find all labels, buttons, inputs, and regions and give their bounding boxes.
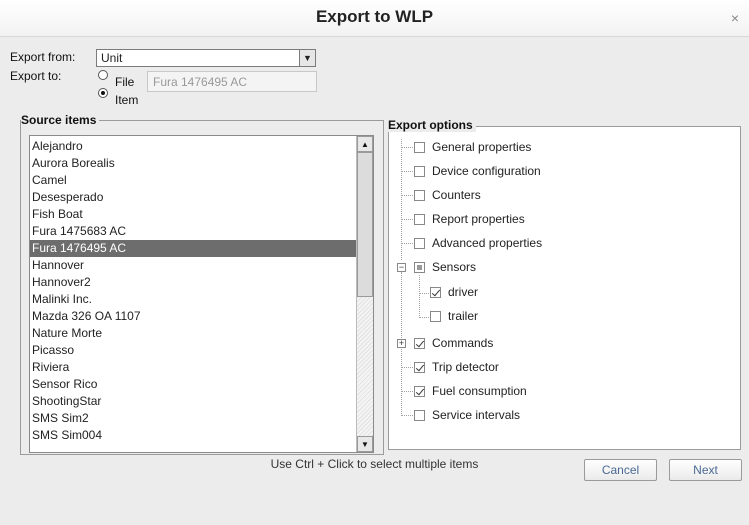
- file-name-field: Fura 1476495 AC: [147, 71, 317, 92]
- option-trailer[interactable]: trailer: [430, 307, 478, 325]
- export-options-title: Export options: [388, 118, 476, 132]
- source-items-list[interactable]: Alejandro Aurora Borealis Camel Desesper…: [29, 135, 374, 453]
- list-item[interactable]: Mazda 326 OA 1107: [30, 308, 358, 325]
- list-item[interactable]: Fish Boat: [30, 206, 358, 223]
- chevron-down-icon[interactable]: ▼: [299, 50, 315, 66]
- option-driver[interactable]: driver: [430, 283, 478, 301]
- option-counters[interactable]: Counters: [414, 186, 481, 204]
- option-trip-detector[interactable]: Trip detector: [414, 358, 499, 376]
- option-advanced-properties[interactable]: Advanced properties: [414, 234, 542, 252]
- list-item[interactable]: Fura 1475683 AC: [30, 223, 358, 240]
- option-service-intervals[interactable]: Service intervals: [414, 406, 520, 424]
- list-item[interactable]: Hannover: [30, 257, 358, 274]
- export-from-select[interactable]: Unit ▼: [96, 49, 316, 67]
- list-item[interactable]: Riviera: [30, 359, 358, 376]
- checkbox-checked[interactable]: [414, 337, 425, 349]
- option-label: trailer: [448, 309, 479, 323]
- list-item[interactable]: SMS Sim004: [30, 427, 358, 444]
- option-device-configuration[interactable]: Device configuration: [414, 162, 541, 180]
- list-item[interactable]: ShootingStar: [30, 393, 358, 410]
- option-label: Device configuration: [432, 164, 541, 178]
- radio-item-label[interactable]: Item: [115, 93, 138, 107]
- option-general-properties[interactable]: General properties: [414, 138, 531, 156]
- option-label: Service intervals: [432, 408, 521, 422]
- option-label: Advanced properties: [432, 236, 543, 250]
- list-item[interactable]: Picasso: [30, 342, 358, 359]
- radio-item[interactable]: [98, 88, 108, 98]
- option-label: Counters: [432, 188, 481, 202]
- collapse-icon[interactable]: −: [397, 263, 406, 272]
- checkbox[interactable]: [414, 165, 425, 177]
- checkbox[interactable]: [414, 141, 425, 153]
- title-bar: Export to WLP ×: [0, 0, 749, 37]
- export-options-panel: Export options − + General properties De…: [388, 118, 741, 450]
- scrollbar-thumb[interactable]: [357, 152, 373, 297]
- tree-line: [401, 195, 415, 196]
- tree-line: [401, 171, 415, 172]
- close-icon[interactable]: ×: [731, 10, 739, 26]
- tree-line: [401, 219, 415, 220]
- export-to-label: Export to:: [10, 69, 62, 83]
- option-label: Fuel consumption: [432, 384, 527, 398]
- option-label: Commands: [432, 336, 494, 350]
- option-label: driver: [448, 285, 479, 299]
- option-report-properties[interactable]: Report properties: [414, 210, 525, 228]
- scroll-down-icon[interactable]: ▼: [357, 436, 373, 452]
- source-items-title: Source items: [21, 113, 100, 127]
- export-dialog: Export to WLP × Export from: Unit ▼ Expo…: [0, 0, 749, 525]
- tree-line: [419, 275, 420, 318]
- list-item[interactable]: SMS Sim2: [30, 410, 358, 427]
- export-from-value: Unit: [101, 51, 123, 65]
- list-item[interactable]: Aurora Borealis: [30, 155, 358, 172]
- option-sensors[interactable]: Sensors: [414, 258, 476, 276]
- checkbox[interactable]: [414, 409, 425, 421]
- list-item[interactable]: Alejandro: [30, 138, 358, 155]
- expand-icon[interactable]: +: [397, 339, 406, 348]
- checkbox[interactable]: [430, 310, 441, 322]
- checkbox-checked[interactable]: [414, 385, 425, 397]
- list-item[interactable]: Camel: [30, 172, 358, 189]
- list-item-selected[interactable]: Fura 1476495 AC: [30, 240, 358, 257]
- tree-line: [401, 139, 402, 260]
- option-label: Trip detector: [432, 360, 499, 374]
- list-item[interactable]: Sensor Rico: [30, 376, 358, 393]
- list-item[interactable]: Desesperado: [30, 189, 358, 206]
- option-label: Report properties: [432, 212, 525, 226]
- tree-line: [401, 391, 415, 392]
- next-button[interactable]: Next: [669, 459, 742, 481]
- scroll-up-icon[interactable]: ▲: [357, 136, 373, 152]
- tree-line: [401, 415, 415, 416]
- checkbox[interactable]: [414, 213, 425, 225]
- list-item[interactable]: Nature Morte: [30, 325, 358, 342]
- option-label: General properties: [432, 140, 532, 154]
- list-item[interactable]: Malinki Inc.: [30, 291, 358, 308]
- list-scrollbar[interactable]: ▲ ▼: [356, 136, 373, 452]
- option-fuel-consumption[interactable]: Fuel consumption: [414, 382, 527, 400]
- option-label: Sensors: [432, 260, 477, 274]
- checkbox[interactable]: [414, 189, 425, 201]
- radio-file-label[interactable]: File: [115, 75, 134, 89]
- radio-file[interactable]: [98, 70, 108, 80]
- option-commands[interactable]: Commands: [414, 334, 493, 352]
- tree-line: [401, 147, 415, 148]
- export-from-label: Export from:: [10, 50, 76, 64]
- checkbox-partial[interactable]: [414, 261, 425, 273]
- dialog-title: Export to WLP: [315, 7, 434, 26]
- list-item[interactable]: Hannover2: [30, 274, 358, 291]
- tree-line: [401, 243, 415, 244]
- cancel-button[interactable]: Cancel: [584, 459, 657, 481]
- checkbox-checked[interactable]: [430, 286, 441, 298]
- tree-line: [401, 367, 415, 368]
- checkbox[interactable]: [414, 237, 425, 249]
- checkbox-checked[interactable]: [414, 361, 425, 373]
